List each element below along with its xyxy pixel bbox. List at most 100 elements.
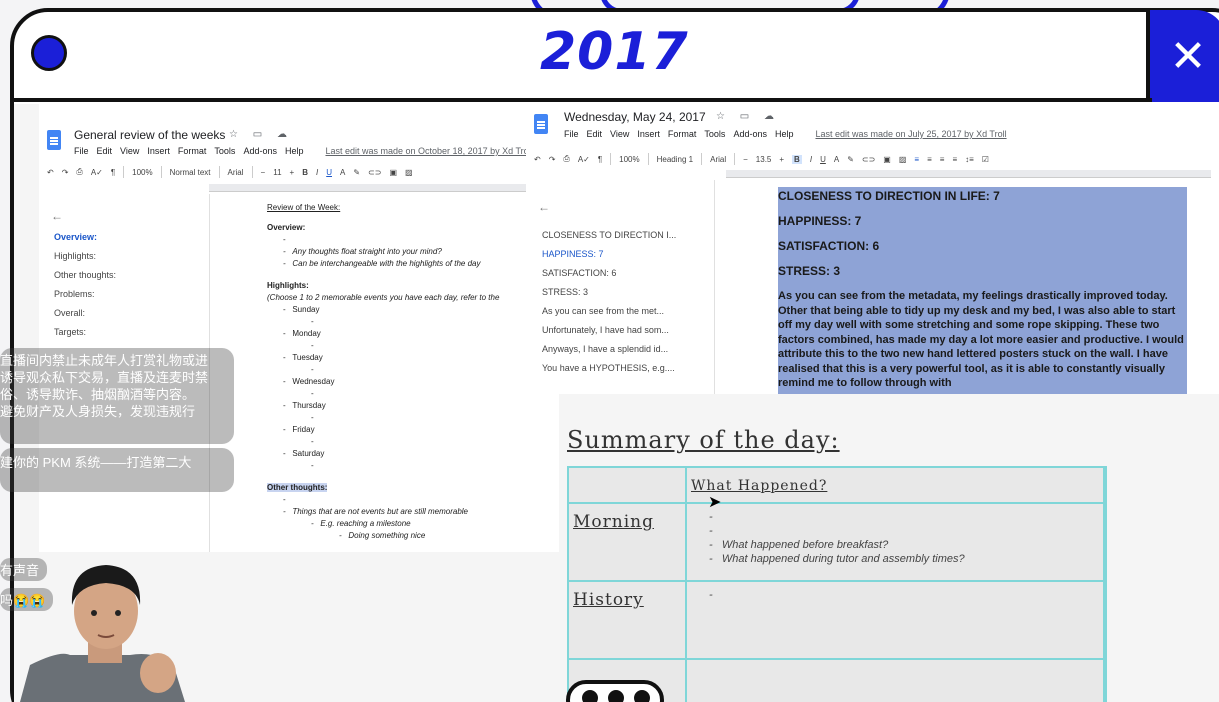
image-icon[interactable]: ▨ [899, 155, 907, 164]
list-item: - Friday - [283, 425, 315, 446]
list-item: - Thursday - [283, 401, 326, 422]
font-select[interactable]: Arial [710, 155, 726, 164]
outline-item[interactable]: Problems: [54, 289, 116, 308]
outline-item[interactable]: Overall: [54, 308, 116, 327]
spellcheck-icon[interactable]: A✓ [578, 155, 590, 164]
outline-item[interactable]: Highlights: [54, 251, 116, 270]
zoom-select[interactable]: 100% [132, 168, 152, 177]
last-edit-link[interactable]: Last edit was made on October 18, 2017 b… [325, 146, 532, 156]
image-icon[interactable]: ▨ [405, 168, 413, 177]
paragraph: As you can see from the metadata, my fee… [778, 290, 1184, 389]
document-body[interactable]: Review of the Week: Overview: - - Any th… [267, 202, 557, 542]
selected-text-block[interactable]: CLOSENESS TO DIRECTION IN LIFE: 7 HAPPIN… [778, 187, 1187, 394]
outline-item[interactable]: Anyways, I have a splendid id... [542, 340, 692, 359]
font-size-decrease-icon[interactable]: − [261, 168, 266, 177]
section-note: (Choose 1 to 2 memorable events you have… [267, 293, 500, 302]
more-options-button[interactable] [566, 680, 664, 702]
comment-icon[interactable]: ▣ [883, 155, 891, 164]
bold-icon[interactable]: B [302, 168, 308, 177]
menu-bar: File Edit View Insert Format Tools Add-o… [564, 129, 1007, 139]
menu-file[interactable]: File [564, 129, 579, 139]
outline-item[interactable]: STRESS: 3 [542, 283, 692, 302]
dot-icon [634, 690, 650, 702]
outline-item[interactable]: Overview: [54, 232, 116, 251]
highlight-icon[interactable]: ✎ [353, 168, 360, 177]
print-icon[interactable]: ⎙ [563, 154, 569, 164]
row-content[interactable]: - [709, 588, 713, 602]
outline-item[interactable]: HAPPINESS: 7 [542, 245, 692, 264]
font-size-input[interactable]: 13.5 [756, 155, 772, 164]
menu-help[interactable]: Help [285, 146, 304, 156]
menu-tools[interactable]: Tools [704, 129, 725, 139]
menu-help[interactable]: Help [775, 129, 794, 139]
paint-format-icon[interactable]: ¶ [111, 168, 115, 177]
dot-icon [582, 690, 598, 702]
doc-title[interactable]: General review of the weeks [74, 128, 225, 142]
outline-item[interactable]: CLOSENESS TO DIRECTION I... [542, 226, 692, 245]
menu-insert[interactable]: Insert [147, 146, 170, 156]
menu-file[interactable]: File [74, 146, 89, 156]
star-folder-cloud-icons[interactable]: ☆ ▭ ☁ [229, 129, 293, 140]
menu-format[interactable]: Format [668, 129, 697, 139]
menu-addons[interactable]: Add-ons [733, 129, 767, 139]
menu-insert[interactable]: Insert [637, 129, 660, 139]
comment-icon[interactable]: ▣ [389, 168, 397, 177]
spellcheck-icon[interactable]: A✓ [91, 168, 103, 177]
menu-format[interactable]: Format [178, 146, 207, 156]
style-select[interactable]: Heading 1 [657, 155, 693, 164]
outline-item[interactable]: Other thoughts: [54, 270, 116, 289]
menu-view[interactable]: View [610, 129, 629, 139]
font-select[interactable]: Arial [228, 168, 244, 177]
menu-addons[interactable]: Add-ons [243, 146, 277, 156]
toolbar: ↶ ↷ ⎙ A✓ ¶ 100% Normal text Arial − 11 +… [47, 164, 413, 180]
font-size-decrease-icon[interactable]: − [743, 155, 748, 164]
menu-edit[interactable]: Edit [587, 129, 603, 139]
highlight-icon[interactable]: ✎ [847, 155, 854, 164]
zoom-select[interactable]: 100% [619, 155, 639, 164]
style-select[interactable]: Normal text [170, 168, 211, 177]
menu-tools[interactable]: Tools [214, 146, 235, 156]
mouse-cursor-icon: ➤ [708, 494, 722, 511]
italic-icon[interactable]: I [810, 155, 812, 164]
outline-item[interactable]: Targets: [54, 327, 116, 346]
close-button[interactable]: ✕ [1146, 10, 1219, 102]
text-color-icon[interactable]: A [834, 155, 839, 164]
outline-item[interactable]: Unfortunately, I have had som... [542, 321, 692, 340]
menu-view[interactable]: View [120, 146, 139, 156]
row-content[interactable]: - - - What happened before breakfast? - … [709, 510, 965, 566]
outline-item[interactable]: As you can see from the met... [542, 302, 692, 321]
docs-icon [47, 130, 61, 150]
redo-icon[interactable]: ↷ [62, 168, 69, 177]
last-edit-link[interactable]: Last edit was made on July 25, 2017 by X… [815, 129, 1006, 139]
text-color-icon[interactable]: A [340, 168, 345, 177]
undo-icon[interactable]: ↶ [534, 155, 541, 164]
outline-item[interactable]: You have a HYPOTHESIS, e.g.... [542, 359, 692, 378]
font-size-increase-icon[interactable]: + [290, 168, 295, 177]
undo-icon[interactable]: ↶ [47, 168, 54, 177]
outline-item[interactable]: SATISFACTION: 6 [542, 264, 692, 283]
menu-edit[interactable]: Edit [97, 146, 113, 156]
justify-icon[interactable]: ≡ [952, 155, 957, 164]
align-center-icon[interactable]: ≡ [927, 155, 932, 164]
paint-format-icon[interactable]: ¶ [598, 155, 602, 164]
doc-title[interactable]: Wednesday, May 24, 2017 [564, 110, 706, 124]
back-arrow-icon[interactable]: ← [538, 200, 550, 214]
back-arrow-icon[interactable]: ← [51, 209, 63, 223]
print-icon[interactable]: ⎙ [76, 167, 82, 177]
font-size-input[interactable]: 11 [273, 168, 281, 177]
align-left-icon[interactable]: ≡ [914, 155, 919, 164]
underline-icon[interactable]: U [326, 168, 332, 177]
checklist-icon[interactable]: ☑ [982, 155, 989, 164]
list-item: - Sunday - [283, 305, 320, 326]
underline-icon[interactable]: U [820, 155, 826, 164]
redo-icon[interactable]: ↷ [549, 155, 556, 164]
star-folder-cloud-icons[interactable]: ☆ ▭ ☁ [716, 111, 780, 122]
font-size-increase-icon[interactable]: + [779, 155, 784, 164]
italic-icon[interactable]: I [316, 168, 318, 177]
bold-icon[interactable]: B [792, 154, 802, 164]
align-right-icon[interactable]: ≡ [940, 155, 945, 164]
chat-notice: 直播间内禁止未成年人打赏礼物或进 诱导观众私下交易，直播及连麦时禁 俗、诱导欺诈… [0, 348, 234, 444]
link-icon[interactable]: ⊂⊃ [862, 155, 875, 164]
link-icon[interactable]: ⊂⊃ [368, 168, 381, 177]
line-spacing-icon[interactable]: ↕≡ [965, 155, 974, 164]
